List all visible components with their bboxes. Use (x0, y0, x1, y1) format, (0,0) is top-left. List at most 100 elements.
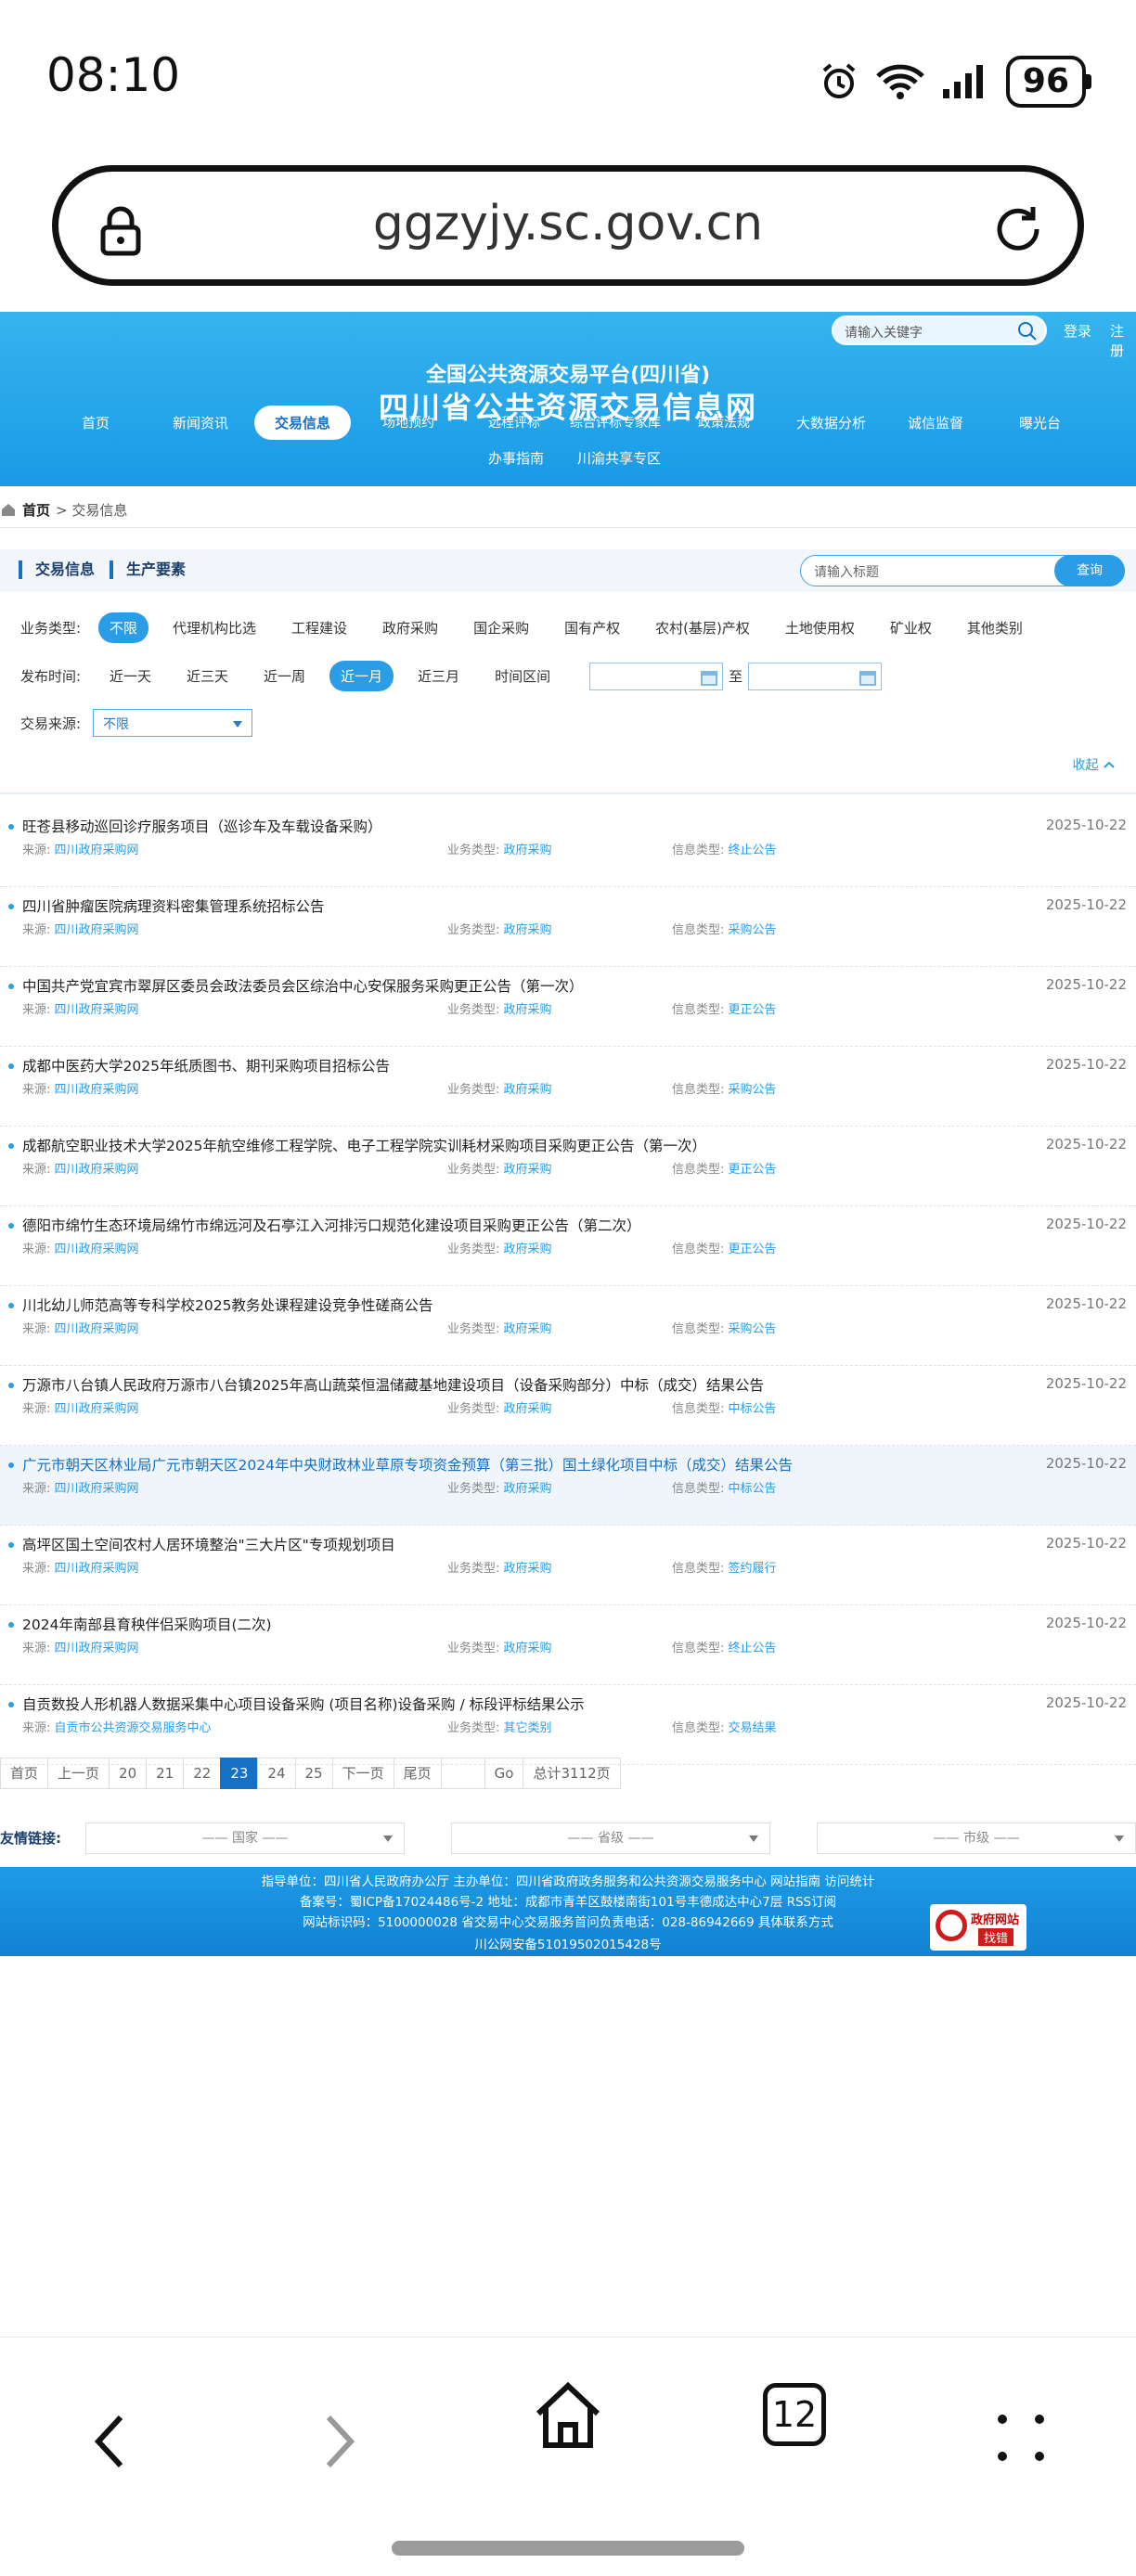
list-item-title[interactable]: 德阳市绵竹生态环境局绵竹市绵远河及石亭江入河排污口规范化建设项目采购更正公告（第… (22, 1215, 641, 1235)
list-item[interactable]: 万源市八台镇人民政府万源市八台镇2025年高山蔬菜恒温储藏基地建设项目（设备采购… (0, 1366, 1136, 1446)
list-item[interactable]: 四川省肿瘤医院病理资料密集管理系统招标公告 2025-10-22 来源: 四川政府采… (0, 887, 1136, 967)
gov-site-error-badge[interactable]: 政府网站 找错 (930, 1904, 1026, 1951)
register-link[interactable]: 注册 (1110, 321, 1136, 360)
national-links-select[interactable]: —— 国家 —— (85, 1823, 405, 1854)
more-icon[interactable] (995, 2412, 1047, 2464)
time-option[interactable]: 近一周 (252, 661, 316, 691)
biz-value[interactable]: 政府采购 (504, 923, 552, 937)
time-option[interactable]: 近三月 (407, 661, 471, 691)
business-type-option[interactable]: 土地使用权 (774, 612, 866, 643)
time-option[interactable]: 时间区间 (484, 661, 562, 691)
info-value[interactable]: 更正公告 (729, 1003, 777, 1017)
page-first[interactable]: 首页 (0, 1758, 49, 1789)
info-value[interactable]: 中标公告 (729, 1402, 777, 1416)
list-item[interactable]: 川北幼儿师范高等专科学校2025教务处课程建设竞争性磋商公告 2025-10-22… (0, 1286, 1136, 1366)
list-item[interactable]: 中国共产党宜宾市翠屏区委员会政法委员会区综治中心安保服务采购更正公告（第一次） 2… (0, 967, 1136, 1047)
city-links-select[interactable]: —— 市级 —— (817, 1823, 1136, 1854)
time-option[interactable]: 近一天 (98, 661, 162, 691)
list-item[interactable]: 2024年南部县育秧伴侣采购项目(二次) 2025-10-22 来源: 四川政府采购… (0, 1605, 1136, 1685)
list-item-title[interactable]: 自贡数投人形机器人数据采集中心项目设备采购 (项目名称)设备采购 / 标段评标结… (22, 1694, 585, 1714)
nav-big-data[interactable]: 大数据分析 (796, 413, 866, 432)
biz-value[interactable]: 政府采购 (504, 1322, 552, 1336)
business-type-option[interactable]: 矿业权 (879, 612, 943, 643)
source-value[interactable]: 四川政府采购网 (55, 923, 139, 937)
business-type-option[interactable]: 国有产权 (553, 612, 631, 643)
list-item[interactable]: 德阳市绵竹生态环境局绵竹市绵远河及石亭江入河排污口规范化建设项目采购更正公告（第… (0, 1206, 1136, 1286)
end-date-input[interactable] (748, 662, 883, 690)
list-item[interactable]: 高坪区国土空间农村人居环境整治"三大片区"专项规划项目 2025-10-22 来源:… (0, 1526, 1136, 1605)
info-value[interactable]: 中标公告 (729, 1482, 777, 1496)
biz-value[interactable]: 政府采购 (504, 1642, 552, 1655)
page-number[interactable]: 20 (109, 1758, 148, 1789)
biz-value[interactable]: 政府采购 (504, 1482, 552, 1496)
search-icon[interactable] (1017, 321, 1038, 341)
page-next[interactable]: 下一页 (331, 1758, 394, 1789)
home-icon[interactable] (531, 2378, 605, 2453)
source-value[interactable]: 四川政府采购网 (55, 1163, 139, 1177)
nav-credit[interactable]: 诚信监督 (908, 413, 963, 432)
business-type-option[interactable]: 不限 (98, 612, 149, 643)
nav-guide[interactable]: 办事指南 (488, 448, 544, 468)
source-value[interactable]: 自贡市公共资源交易服务中心 (55, 1721, 212, 1735)
source-value[interactable]: 四川政府采购网 (55, 844, 139, 857)
business-type-option[interactable]: 政府采购 (371, 612, 449, 643)
business-type-option[interactable]: 工程建设 (280, 612, 358, 643)
source-value[interactable]: 四川政府采购网 (55, 1243, 139, 1256)
calendar-icon[interactable] (700, 668, 718, 687)
source-value[interactable]: 四川政府采购网 (55, 1402, 139, 1416)
biz-value[interactable]: 其它类别 (504, 1721, 552, 1735)
start-date-input[interactable] (589, 662, 724, 690)
source-value[interactable]: 四川政府采购网 (55, 1003, 139, 1017)
business-type-option[interactable]: 其他类别 (956, 612, 1034, 643)
nav-exposure[interactable]: 曝光台 (1019, 413, 1061, 432)
page-number[interactable]: 25 (294, 1758, 333, 1789)
biz-value[interactable]: 政府采购 (504, 1163, 552, 1177)
source-value[interactable]: 四川政府采购网 (55, 1642, 139, 1655)
time-option[interactable]: 近三天 (175, 661, 239, 691)
time-option[interactable]: 近一月 (329, 661, 394, 691)
info-value[interactable]: 采购公告 (729, 1322, 777, 1336)
biz-value[interactable]: 政府采购 (504, 1243, 552, 1256)
source-value[interactable]: 四川政府采购网 (55, 1083, 139, 1097)
list-item-title[interactable]: 成都中医药大学2025年纸质图书、期刊采购项目招标公告 (22, 1055, 390, 1075)
forward-icon[interactable] (319, 2412, 360, 2471)
info-value[interactable]: 签约履行 (729, 1562, 777, 1576)
list-item-title[interactable]: 中国共产党宜宾市翠屏区委员会政法委员会区综治中心安保服务采购更正公告（第一次） (22, 975, 584, 996)
list-item-title[interactable]: 广元市朝天区林业局广元市朝天区2024年中央财政林业草原专项资金预算（第三批）国… (22, 1454, 793, 1475)
biz-value[interactable]: 政府采购 (504, 844, 552, 857)
page-prev[interactable]: 上一页 (47, 1758, 110, 1789)
list-item-title[interactable]: 2024年南部县育秧伴侣采购项目(二次) (22, 1614, 272, 1634)
login-link[interactable]: 登录 (1064, 321, 1091, 341)
biz-value[interactable]: 政府采购 (504, 1003, 552, 1017)
info-value[interactable]: 终止公告 (729, 844, 777, 857)
nav-policy[interactable]: 政策法规 (698, 413, 750, 431)
page-last[interactable]: 尾页 (393, 1758, 442, 1789)
trade-source-select[interactable]: 不限 (93, 709, 252, 737)
source-value[interactable]: 四川政府采购网 (55, 1562, 139, 1576)
nav-expert-pool[interactable]: 综合评标专家库 (570, 413, 661, 431)
reload-icon[interactable] (990, 201, 1046, 257)
list-item[interactable]: 成都中医药大学2025年纸质图书、期刊采购项目招标公告 2025-10-22 来源:… (0, 1047, 1136, 1127)
list-item-title[interactable]: 高坪区国土空间农村人居环境整治"三大片区"专项规划项目 (22, 1534, 395, 1554)
tab-trade-info[interactable]: 交易信息 (19, 560, 95, 579)
collapse-toggle[interactable]: 收起 (1073, 755, 1116, 774)
provincial-links-select[interactable]: —— 省级 —— (451, 1823, 770, 1854)
nav-chuanyu[interactable]: 川渝共享专区 (577, 448, 661, 468)
biz-value[interactable]: 政府采购 (504, 1562, 552, 1576)
info-value[interactable]: 更正公告 (729, 1163, 777, 1177)
calendar-icon[interactable] (858, 668, 877, 687)
page-number[interactable]: 24 (257, 1758, 296, 1789)
address-bar[interactable]: ggzyjy.sc.gov.cn (52, 165, 1084, 286)
url-text[interactable]: ggzyjy.sc.gov.cn (58, 196, 1078, 251)
breadcrumb-home[interactable]: 首页 (22, 500, 50, 520)
info-value[interactable]: 交易结果 (729, 1721, 777, 1735)
list-item-title[interactable]: 四川省肿瘤医院病理资料密集管理系统招标公告 (22, 895, 325, 916)
back-icon[interactable] (89, 2412, 130, 2471)
info-value[interactable]: 采购公告 (729, 1083, 777, 1097)
nav-venue-booking[interactable]: 场地预约 (382, 413, 434, 431)
page-number[interactable]: 22 (183, 1758, 222, 1789)
nav-home[interactable]: 首页 (82, 413, 110, 432)
title-search-input[interactable]: 请输入标题 查询 (800, 555, 1125, 586)
info-value[interactable]: 更正公告 (729, 1243, 777, 1256)
info-value[interactable]: 终止公告 (729, 1642, 777, 1655)
